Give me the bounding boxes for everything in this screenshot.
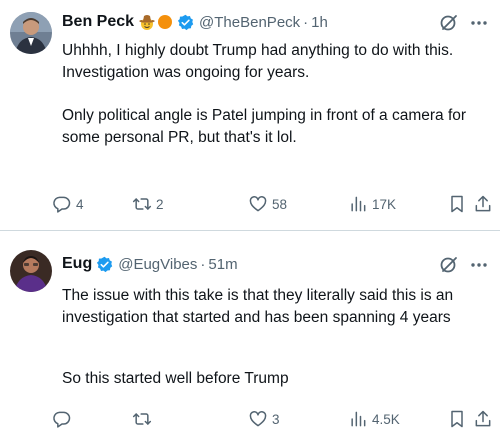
share-button[interactable] [473, 407, 493, 431]
tweet-text-paragraph: The issue with this take is that they li… [62, 287, 454, 326]
views-button[interactable]: 4.5K [348, 407, 400, 431]
like-button[interactable]: 58 [248, 192, 287, 216]
retweet-icon [132, 413, 152, 425]
author-name[interactable]: Ben Peck [62, 13, 134, 31]
retweet-count: 2 [156, 196, 164, 212]
tweet-header: Eug @EugVibes · 51m [62, 252, 500, 276]
like-icon [249, 196, 267, 212]
like-count: 3 [272, 411, 280, 427]
more-icon[interactable] [468, 254, 490, 276]
name-emojis [138, 13, 173, 31]
cowboy-hat-face-icon [139, 15, 156, 30]
tweet-divider [0, 230, 500, 231]
tweet-text-paragraph: Uhhhh, I highly doubt Trump had anything… [62, 42, 454, 81]
author-handle[interactable]: @EugVibes [118, 256, 197, 273]
tweet-text-paragraph: Only political angle is Patel jumping in… [62, 107, 467, 146]
like-count: 58 [272, 196, 288, 212]
views-icon [351, 411, 366, 427]
like-button[interactable]: 3 [248, 407, 280, 431]
orange-circle-icon [158, 15, 173, 29]
views-button[interactable]: 17K [348, 192, 396, 216]
bookmark-icon [451, 410, 463, 428]
grok-icon[interactable] [438, 12, 460, 34]
share-button[interactable] [473, 192, 493, 216]
reply-button[interactable]: 4 [52, 192, 84, 216]
tweet[interactable]: Eug @EugVibes · 51m The issue with this … [0, 235, 500, 440]
verified-badge-icon[interactable] [177, 14, 194, 31]
retweet-icon [132, 198, 152, 210]
view-count: 4.5K [372, 411, 400, 427]
share-icon [475, 195, 491, 212]
share-icon [475, 410, 491, 427]
avatar[interactable] [10, 12, 52, 54]
tweet-header: Ben Peck @TheBenPeck · 1h [62, 10, 500, 34]
reply-icon [53, 196, 71, 213]
reply-icon [53, 411, 71, 428]
tweet-timestamp[interactable]: 1h [311, 14, 328, 31]
action-bar: 3 4.5K [52, 407, 493, 431]
like-icon [249, 411, 267, 427]
reply-button[interactable] [52, 407, 76, 431]
retweet-button[interactable]: 2 [132, 192, 164, 216]
verified-badge-icon[interactable] [96, 256, 113, 273]
avatar[interactable] [10, 250, 52, 292]
retweet-button[interactable] [132, 407, 156, 431]
tweet-text-paragraph: So this started well before Trump [62, 370, 289, 387]
author-name[interactable]: Eug [62, 255, 92, 273]
more-icon[interactable] [468, 12, 490, 34]
action-bar: 4 2 58 17K [52, 192, 493, 216]
grok-icon[interactable] [438, 254, 460, 276]
author-handle[interactable]: @TheBenPeck [199, 14, 300, 31]
tweet-timestamp[interactable]: 51m [208, 256, 237, 273]
views-icon [351, 196, 366, 212]
bookmark-icon [451, 195, 463, 213]
separator-dot: · [200, 255, 206, 273]
view-count: 17K [372, 196, 397, 212]
tweet[interactable]: Ben Peck @TheBenPeck · 1h Uhhhh, I highl… [0, 0, 500, 230]
bookmark-button[interactable] [447, 192, 467, 216]
bookmark-button[interactable] [447, 407, 467, 431]
separator-dot: · [303, 13, 309, 31]
reply-count: 4 [76, 196, 84, 212]
